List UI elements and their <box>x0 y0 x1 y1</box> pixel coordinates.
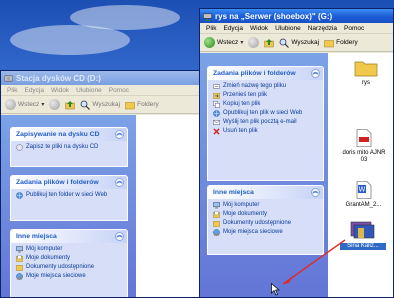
mouse-cursor-icon <box>271 283 280 296</box>
drag-arrow-annotation <box>282 239 346 285</box>
